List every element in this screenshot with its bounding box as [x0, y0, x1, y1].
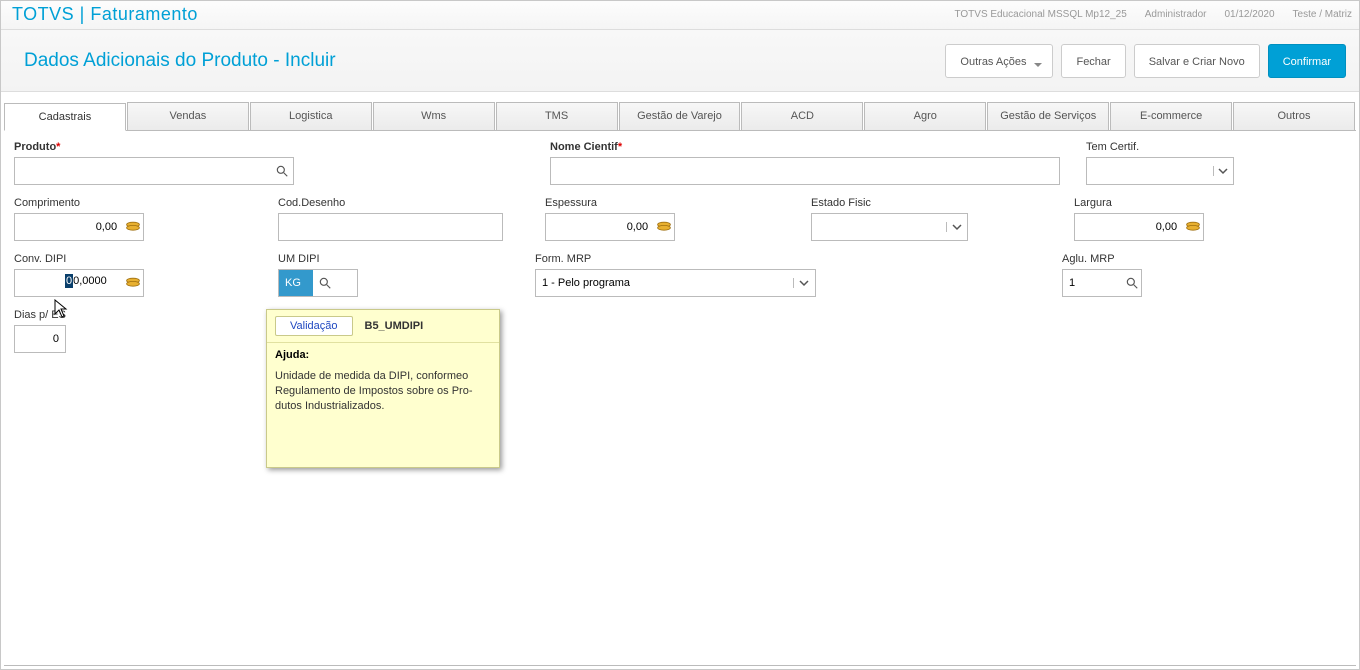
- tab-agro[interactable]: Agro: [864, 102, 986, 130]
- conv-dipi-input-wrap[interactable]: 00,0000: [14, 269, 144, 297]
- aglu-mrp-input-wrap[interactable]: [1062, 269, 1142, 297]
- dias-p-es-input[interactable]: [15, 326, 65, 352]
- stack-icon: [654, 221, 674, 233]
- tab-logistica[interactable]: Logistica: [250, 102, 372, 130]
- label-produto: Produto*: [14, 141, 294, 153]
- dias-p-es-input-wrap[interactable]: [14, 325, 66, 353]
- tab-acd[interactable]: ACD: [741, 102, 863, 130]
- stack-icon: [123, 277, 143, 289]
- comprimento-input-wrap[interactable]: [14, 213, 144, 241]
- label-conv-dipi: Conv. DIPI: [14, 253, 144, 265]
- espessura-input-wrap[interactable]: [545, 213, 675, 241]
- stack-icon: [1183, 221, 1203, 233]
- tab-strip: Cadastrais Vendas Logistica Wms TMS Gest…: [4, 102, 1356, 131]
- search-icon[interactable]: [313, 276, 337, 290]
- espessura-input[interactable]: [546, 214, 654, 240]
- stack-icon: [123, 221, 143, 233]
- label-dias-p-es: Dias p/ ES: [14, 309, 66, 321]
- search-icon[interactable]: [271, 164, 293, 178]
- aglu-mrp-input[interactable]: [1063, 270, 1123, 296]
- form-body: Produto* Nome Cientif* Tem Certif.: [0, 131, 1360, 375]
- label-largura: Largura: [1074, 197, 1204, 209]
- tab-wms[interactable]: Wms: [373, 102, 495, 130]
- app-title: TOTVS | Faturamento: [12, 4, 198, 25]
- largura-input[interactable]: [1075, 214, 1183, 240]
- tab-outros[interactable]: Outros: [1233, 102, 1355, 130]
- form-mrp-select[interactable]: [535, 269, 816, 297]
- um-dipi-input-wrap[interactable]: [278, 269, 358, 297]
- tab-gestao-servicos[interactable]: Gestão de Serviços: [987, 102, 1109, 130]
- produto-input[interactable]: [15, 158, 271, 184]
- label-aglu-mrp: Aglu. MRP: [1062, 253, 1142, 265]
- label-nome-cientif: Nome Cientif*: [550, 141, 1060, 153]
- label-tem-certif: Tem Certif.: [1086, 141, 1234, 153]
- date-label: 01/12/2020: [1224, 9, 1274, 20]
- frame-bottom: [4, 665, 1356, 666]
- cod-desenho-input[interactable]: [279, 214, 502, 240]
- comprimento-input[interactable]: [15, 214, 123, 240]
- tab-ecommerce[interactable]: E-commerce: [1110, 102, 1232, 130]
- chevron-down-icon[interactable]: [946, 222, 967, 232]
- tab-tms[interactable]: TMS: [496, 102, 618, 130]
- tab-vendas[interactable]: Vendas: [127, 102, 249, 130]
- label-cod-desenho: Cod.Desenho: [278, 197, 503, 209]
- nome-cientif-input[interactable]: [551, 158, 1059, 184]
- label-comprimento: Comprimento: [14, 197, 144, 209]
- close-button[interactable]: Fechar: [1061, 44, 1125, 78]
- other-actions-button[interactable]: Outras Ações: [945, 44, 1053, 78]
- user-label: Administrador: [1145, 9, 1207, 20]
- nome-cientif-input-wrap[interactable]: [550, 157, 1060, 185]
- cod-desenho-input-wrap[interactable]: [278, 213, 503, 241]
- confirm-button[interactable]: Confirmar: [1268, 44, 1346, 78]
- top-bar: TOTVS | Faturamento TOTVS Educacional MS…: [0, 0, 1360, 30]
- branch-label: Teste / Matriz: [1293, 9, 1352, 20]
- estado-fisic-select[interactable]: [811, 213, 968, 241]
- tem-certif-input[interactable]: [1087, 158, 1213, 184]
- page-title: Dados Adicionais do Produto - Incluir: [24, 50, 336, 72]
- estado-fisic-input[interactable]: [812, 214, 946, 240]
- validacao-button[interactable]: Validação: [275, 316, 353, 336]
- conv-dipi-value: 0,0000: [73, 275, 107, 287]
- action-bar: Dados Adicionais do Produto - Incluir Ou…: [0, 30, 1360, 92]
- search-icon[interactable]: [1123, 276, 1141, 290]
- chevron-down-icon[interactable]: [793, 278, 815, 288]
- tem-certif-select[interactable]: [1086, 157, 1234, 185]
- label-um-dipi: UM DIPI: [278, 253, 358, 265]
- um-dipi-input[interactable]: [279, 270, 313, 296]
- label-espessura: Espessura: [545, 197, 675, 209]
- help-title: Ajuda:: [275, 349, 491, 361]
- label-form-mrp: Form. MRP: [535, 253, 816, 265]
- form-mrp-input[interactable]: [536, 270, 793, 296]
- largura-input-wrap[interactable]: [1074, 213, 1204, 241]
- chevron-down-icon[interactable]: [1213, 166, 1233, 176]
- produto-input-wrap[interactable]: [14, 157, 294, 185]
- save-and-new-button[interactable]: Salvar e Criar Novo: [1134, 44, 1260, 78]
- help-popup: Validação B5_UMDIPI Ajuda: Unidade de me…: [266, 309, 500, 468]
- help-field-name: B5_UMDIPI: [365, 320, 424, 332]
- label-estado-fisic: Estado Fisic: [811, 197, 968, 209]
- help-text: Unidade de medida da DIPI, conformeo Reg…: [275, 369, 491, 459]
- env-label: TOTVS Educacional MSSQL Mp12_25: [954, 9, 1126, 20]
- tab-gestao-varejo[interactable]: Gestão de Varejo: [619, 102, 741, 130]
- tab-cadastrais[interactable]: Cadastrais: [4, 103, 126, 131]
